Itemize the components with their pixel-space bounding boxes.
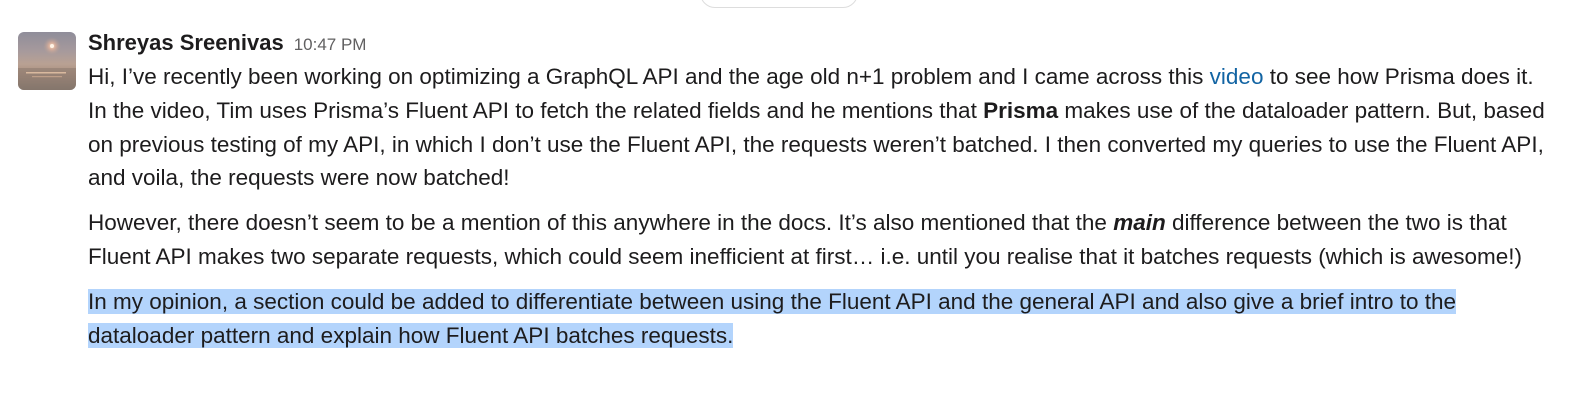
message-paragraph-3-selected: In my opinion, a section could be added …	[88, 285, 1550, 353]
paragraph-text: However, there doesn’t seem to be a ment…	[88, 210, 1114, 236]
message-timestamp[interactable]: 10:47 PM	[294, 35, 367, 54]
message-content: Shreyas Sreenivas 10:47 PM Hi, I’ve recen…	[88, 28, 1550, 352]
message: Shreyas Sreenivas 10:47 PM Hi, I’ve recen…	[0, 0, 1578, 404]
paragraph-text: Hi, I’ve recently been working on optimi…	[88, 64, 1210, 89]
bold-text-prisma: Prisma	[983, 97, 1059, 123]
message-paragraph-1: Hi, I’ve recently been working on optimi…	[88, 60, 1550, 195]
avatar[interactable]	[18, 32, 76, 90]
emphasis-text-main: main	[1113, 210, 1166, 236]
message-header: Shreyas Sreenivas 10:47 PM	[88, 28, 1550, 58]
sunset-photo-avatar-image	[18, 37, 76, 90]
video-link[interactable]: video	[1210, 64, 1264, 89]
message-paragraph-2: However, there doesn’t seem to be a ment…	[88, 206, 1550, 274]
sender-name[interactable]: Shreyas Sreenivas	[88, 30, 284, 55]
selected-text: In my opinion, a section could be added …	[88, 288, 1457, 348]
